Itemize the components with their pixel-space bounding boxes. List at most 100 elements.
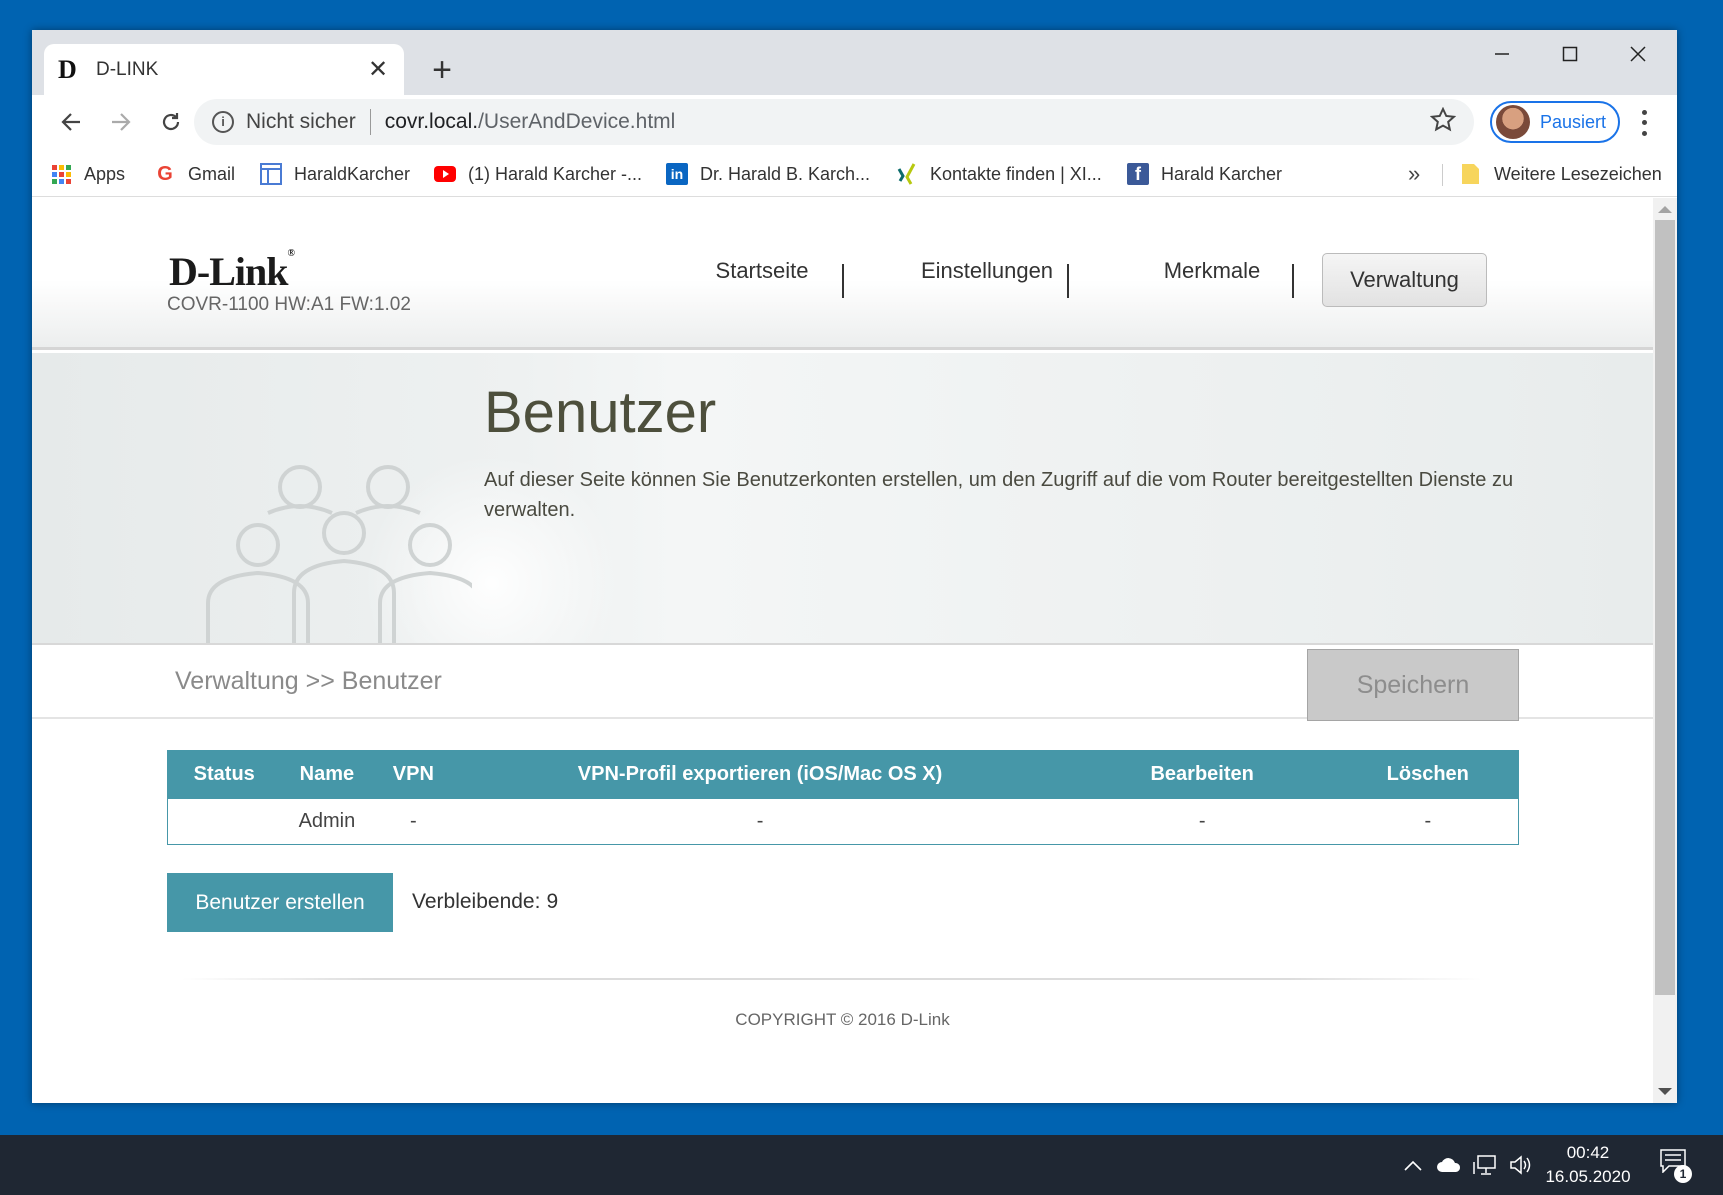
browser-toolbar: i Nicht sicher covr.local./UserAndDevice… bbox=[32, 95, 1677, 151]
bookmark-facebook[interactable]: f Harald Karcher bbox=[1127, 158, 1282, 190]
cell-edit: - bbox=[1066, 798, 1338, 845]
bookmark-linkedin[interactable]: in Dr. Harald B. Karch... bbox=[666, 158, 870, 190]
bookmark-xing[interactable]: Kontakte finden | XI... bbox=[896, 158, 1102, 190]
model-info: COVR-1100 HW:A1 FW:1.02 bbox=[167, 294, 411, 315]
nav-verwaltung[interactable]: Verwaltung bbox=[1322, 253, 1487, 307]
bookmark-label: Weitere Lesezeichen bbox=[1494, 163, 1662, 184]
google-icon: G bbox=[157, 162, 173, 185]
nav-divider bbox=[842, 264, 844, 298]
url-path: /UserAndDevice.html bbox=[478, 110, 676, 133]
router-header: D-Link® COVR-1100 HW:A1 FW:1.02 Startsei… bbox=[32, 198, 1653, 350]
remaining-users: Verbleibende: 9 bbox=[412, 890, 558, 914]
info-icon[interactable]: i bbox=[212, 111, 234, 133]
bookmark-gmail[interactable]: G Gmail bbox=[154, 158, 235, 190]
xing-icon bbox=[896, 163, 918, 185]
profile-button[interactable]: Pausiert bbox=[1490, 101, 1620, 143]
users-table: Status Name VPN VPN-Profil exportieren (… bbox=[167, 750, 1519, 845]
remaining-label: Verbleibende: bbox=[412, 890, 541, 913]
volume-button[interactable] bbox=[1504, 1135, 1538, 1195]
nav-einstellungen[interactable]: Einstellungen bbox=[887, 258, 1087, 284]
reload-button[interactable] bbox=[150, 101, 192, 143]
table-header-row: Status Name VPN VPN-Profil exportieren (… bbox=[167, 750, 1519, 799]
notification-badge: 1 bbox=[1674, 1165, 1692, 1183]
cell-name: Admin bbox=[280, 798, 374, 845]
bookmark-label: HaraldKarcher bbox=[294, 163, 411, 184]
column-header-vpn-export: VPN-Profil exportieren (iOS/Mac OS X) bbox=[453, 750, 1067, 799]
bookmark-label: Dr. Harald B. Karch... bbox=[700, 163, 871, 184]
cell-vpn: - bbox=[373, 798, 454, 845]
onedrive-button[interactable] bbox=[1432, 1135, 1466, 1195]
bookmarks-separator bbox=[1442, 164, 1443, 186]
back-button[interactable] bbox=[50, 101, 92, 143]
bookmark-label: Apps bbox=[84, 163, 126, 184]
column-header-status: Status bbox=[167, 750, 281, 799]
bookmark-other-folder[interactable]: Weitere Lesezeichen bbox=[1460, 158, 1662, 190]
save-button[interactable]: Speichern bbox=[1307, 649, 1519, 721]
linkedin-icon: in bbox=[666, 163, 688, 185]
bookmarks-more-button[interactable]: » bbox=[1408, 161, 1420, 187]
close-icon bbox=[1630, 46, 1646, 62]
column-header-vpn: VPN bbox=[373, 750, 454, 799]
new-tab-button[interactable]: + bbox=[422, 50, 462, 90]
tray-overflow-button[interactable] bbox=[1398, 1135, 1428, 1195]
maximize-button[interactable] bbox=[1536, 30, 1604, 78]
bookmark-label: (1) Harald Karcher -... bbox=[468, 163, 643, 184]
folder-icon bbox=[1460, 163, 1482, 185]
address-bar[interactable]: i Nicht sicher covr.local./UserAndDevice… bbox=[194, 99, 1474, 145]
forward-button[interactable] bbox=[100, 101, 142, 143]
bookmark-haraldkarcher[interactable]: HaraldKarcher bbox=[260, 158, 410, 190]
tab-close-icon[interactable]: ✕ bbox=[366, 55, 390, 84]
network-button[interactable] bbox=[1468, 1135, 1502, 1195]
browser-menu-button[interactable] bbox=[1634, 107, 1654, 139]
cell-vpn-export: - bbox=[453, 798, 1067, 845]
scroll-down-icon[interactable] bbox=[1658, 1088, 1672, 1095]
browser-window: D D-LINK ✕ + i Nicht sicher covr.local./ bbox=[32, 30, 1677, 1103]
bookmark-apps[interactable]: Apps bbox=[50, 158, 125, 190]
create-user-button[interactable]: Benutzer erstellen bbox=[167, 873, 393, 932]
page-hero: Benutzer Auf dieser Seite können Sie Ben… bbox=[32, 353, 1653, 645]
minimize-button[interactable] bbox=[1468, 30, 1536, 78]
tab-title: D-LINK bbox=[96, 58, 159, 80]
nav-divider bbox=[1067, 264, 1069, 298]
avatar bbox=[1496, 105, 1530, 139]
nav-merkmale[interactable]: Merkmale bbox=[1112, 258, 1312, 284]
column-header-delete: Löschen bbox=[1337, 750, 1519, 799]
cell-delete: - bbox=[1337, 798, 1519, 845]
dlink-logo[interactable]: D-Link® bbox=[169, 248, 295, 295]
back-arrow-icon bbox=[61, 113, 80, 131]
copyright: COPYRIGHT © 2016 D-Link bbox=[735, 1010, 950, 1029]
taskbar-clock[interactable]: 00:42 16.05.2020 bbox=[1538, 1141, 1638, 1189]
page-viewport: D-Link® COVR-1100 HW:A1 FW:1.02 Startsei… bbox=[32, 198, 1653, 1103]
clock-date: 16.05.2020 bbox=[1545, 1167, 1631, 1186]
chevron-up-icon bbox=[1404, 1160, 1422, 1171]
clock-time: 00:42 bbox=[1566, 1143, 1610, 1162]
column-header-edit: Bearbeiten bbox=[1066, 750, 1338, 799]
apps-grid-icon bbox=[50, 163, 72, 185]
page-description: Auf dieser Seite können Sie Benutzerkont… bbox=[484, 469, 1514, 521]
bookmark-label: Kontakte finden | XI... bbox=[930, 163, 1102, 184]
minimize-icon bbox=[1495, 53, 1509, 55]
page-scrollbar[interactable] bbox=[1653, 198, 1677, 1103]
facebook-icon: f bbox=[1127, 163, 1149, 185]
forward-arrow-icon bbox=[112, 113, 131, 131]
page-icon bbox=[260, 163, 282, 185]
breadcrumb: Verwaltung >> Benutzer bbox=[175, 667, 442, 695]
bookmark-youtube[interactable]: (1) Harald Karcher -... bbox=[434, 158, 642, 190]
close-window-button[interactable] bbox=[1604, 30, 1672, 78]
bookmark-star-icon[interactable] bbox=[1429, 106, 1457, 138]
nav-divider bbox=[1292, 264, 1294, 298]
profile-label: Pausiert bbox=[1540, 111, 1607, 132]
security-label: Nicht sicher bbox=[246, 110, 356, 133]
tab-dlink[interactable]: D D-LINK ✕ bbox=[44, 44, 404, 95]
breadcrumb-bar: Verwaltung >> Benutzer Speichern bbox=[32, 647, 1653, 721]
action-center-button[interactable]: 1 bbox=[1660, 1149, 1692, 1183]
footer-divider bbox=[182, 978, 1482, 980]
scrollbar-thumb[interactable] bbox=[1655, 220, 1675, 995]
bookmarks-bar: Apps G Gmail HaraldKarcher (1) Harald Ka… bbox=[32, 151, 1677, 197]
url-text[interactable]: covr.local./UserAndDevice.html bbox=[385, 110, 676, 134]
bookmark-label: Gmail bbox=[188, 163, 236, 184]
url-host: covr.local. bbox=[384, 110, 479, 133]
nav-startseite[interactable]: Startseite bbox=[662, 258, 862, 284]
bookmark-label: Harald Karcher bbox=[1161, 163, 1283, 184]
scroll-up-icon[interactable] bbox=[1658, 206, 1672, 213]
